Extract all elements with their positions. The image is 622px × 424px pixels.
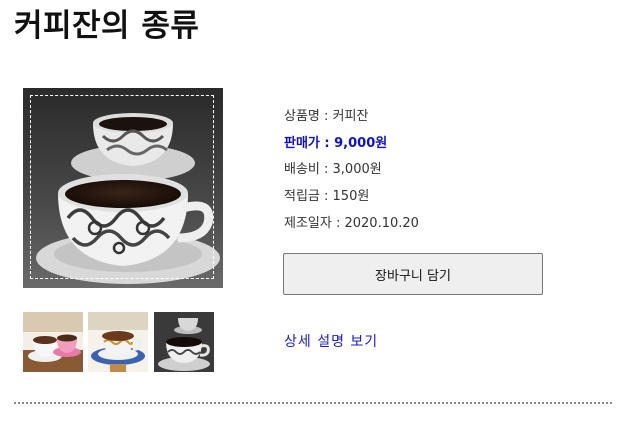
thumbnail-strip <box>23 312 218 372</box>
shipping-fee: 배송비 : 3,000원 <box>284 162 382 178</box>
dotted-divider <box>14 402 612 404</box>
thumbnail-3[interactable] <box>154 312 214 372</box>
bw-cup-thumbnail-image <box>154 312 214 372</box>
add-to-cart-button[interactable]: 장바구니 담기 <box>283 253 543 295</box>
image-dashed-frame <box>30 95 214 279</box>
product-name: 상품명 : 커피잔 <box>284 109 369 124</box>
page-title: 커피잔의 종류 <box>14 8 200 44</box>
thumbnail-1[interactable] <box>23 312 83 372</box>
blue-cup-thumbnail-image <box>88 312 148 372</box>
pink-cup-thumbnail-image <box>23 312 83 372</box>
reward-points: 적립금 : 150원 <box>284 189 370 205</box>
thumbnail-2[interactable] <box>88 312 148 372</box>
view-details-link[interactable]: 상세 설명 보기 <box>284 332 378 352</box>
product-price: 판매가 : 9,000원 <box>284 135 388 151</box>
manufacture-date: 제조일자 : 2020.10.20 <box>284 215 419 231</box>
product-info: 상품명 : 커피잔 판매가 : 9,000원 배송비 : 3,000원 적립금 … <box>284 104 584 237</box>
main-product-image <box>23 88 223 288</box>
